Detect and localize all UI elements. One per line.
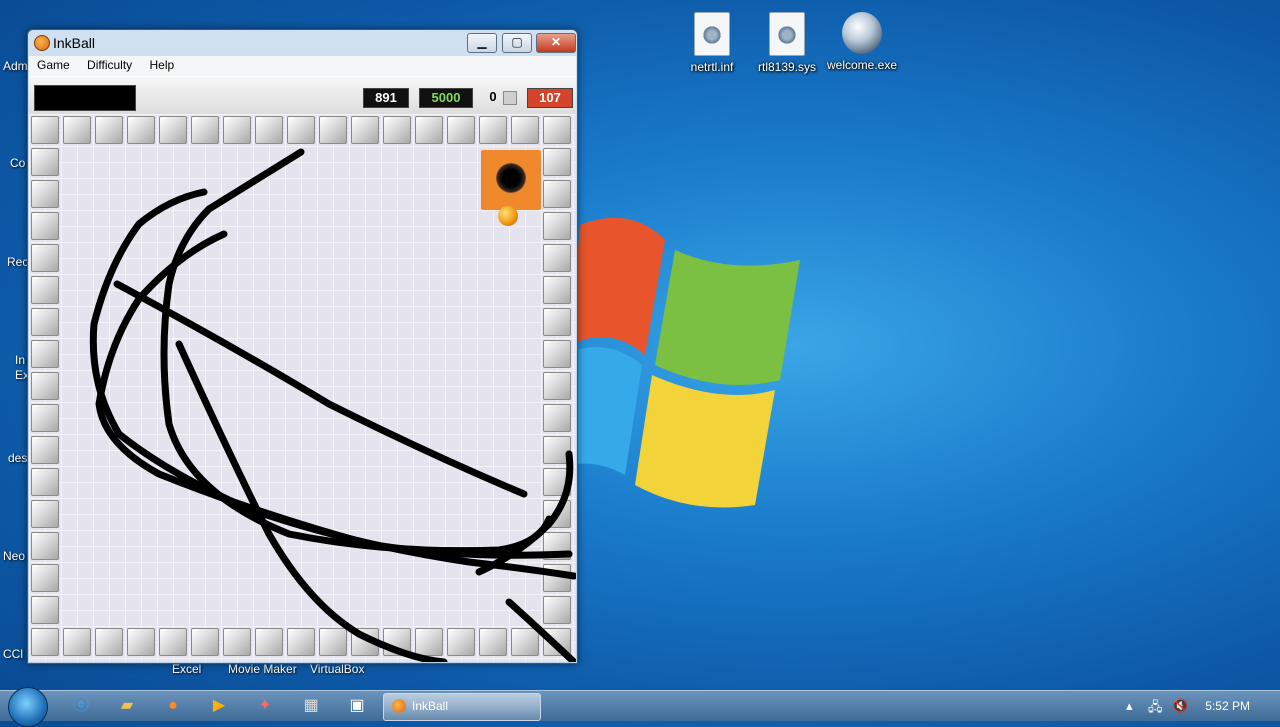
desktop-icon-label: welcome.exe	[826, 58, 898, 72]
taskbar: ⓔ ▰ ● ▶ ✦ ▦ ▣ InkBall ▴ 🖧 🔇 5:52 PM	[0, 687, 1280, 727]
menu-difficulty[interactable]: Difficulty	[79, 56, 138, 72]
desktop-label-virtualbox[interactable]: VirtualBox	[310, 662, 364, 676]
desktop-label-moviemaker[interactable]: Movie Maker	[228, 662, 297, 676]
tray-chevron-icon[interactable]: ▴	[1126, 698, 1133, 714]
menu-help[interactable]: Help	[142, 56, 181, 72]
windows-logo	[560, 217, 800, 508]
taskbar-inkball-button[interactable]: InkBall	[383, 693, 541, 721]
desktop-label-admin[interactable]: Adm	[3, 59, 28, 73]
desktop-icon-netrtl[interactable]: netrtl.inf	[672, 12, 752, 74]
desktop-label-ccl[interactable]: CCl	[3, 647, 23, 661]
desktop-label-recycle[interactable]: Rec	[7, 255, 28, 269]
ball-box-icon	[503, 91, 517, 105]
desktop-icon-label: rtl8139.sys	[757, 60, 817, 74]
maximize-button[interactable]: ▢	[502, 33, 532, 53]
target-score-display: 5000	[419, 88, 473, 108]
desktop-label-computer[interactable]: Co	[10, 156, 25, 170]
calculator-icon[interactable]: ▦	[300, 695, 322, 717]
window-title: InkBall	[53, 35, 96, 51]
tray-network-icon[interactable]: 🖧	[1148, 698, 1163, 720]
desktop-label-ie[interactable]: In	[15, 353, 25, 367]
taskbar-inkball-label: InkBall	[412, 699, 449, 713]
menu-bar: Game Difficulty Help	[29, 56, 576, 76]
desktop-label-neo[interactable]: Neo	[3, 549, 25, 563]
network-icon[interactable]: ✦	[254, 695, 276, 717]
game-board[interactable]	[29, 114, 576, 662]
tray-volume-muted-icon[interactable]: 🔇	[1172, 698, 1188, 714]
firefox-icon[interactable]: ●	[162, 695, 184, 717]
minimize-button[interactable]: ▁	[467, 33, 497, 53]
file-icon	[769, 12, 805, 56]
inkball-window: InkBall ▁ ▢ ✕ Game Difficulty Help 891 5…	[27, 29, 578, 664]
close-button[interactable]: ✕	[536, 33, 576, 53]
desktop-label-excel[interactable]: Excel	[172, 662, 201, 676]
desktop-icon-welcome[interactable]: welcome.exe	[822, 12, 902, 72]
ink-stroke	[113, 280, 528, 498]
ink-stroke	[505, 598, 576, 662]
file-icon	[694, 12, 730, 56]
ink-strokes	[89, 148, 576, 662]
ink-stroke	[160, 148, 553, 555]
title-bar[interactable]: InkBall ▁ ▢ ✕	[28, 30, 577, 56]
desktop-icon-label: netrtl.inf	[690, 60, 734, 74]
window-switch-icon[interactable]: ▣	[346, 695, 368, 717]
ie-icon[interactable]: ⓔ	[70, 695, 92, 717]
progress-panel	[34, 85, 136, 111]
explorer-folder-icon[interactable]: ▰	[116, 695, 138, 717]
media-player-icon[interactable]: ▶	[208, 695, 230, 717]
menu-game[interactable]: Game	[29, 56, 76, 72]
desktop-label-des[interactable]: des	[8, 451, 27, 465]
inkball-app-icon	[34, 35, 50, 51]
desktop-icon-rtl8139[interactable]: rtl8139.sys	[747, 12, 827, 74]
inkball-taskbar-icon	[392, 699, 406, 713]
score-display: 891	[363, 88, 409, 108]
welcome-orb-icon	[842, 12, 882, 54]
clock[interactable]: 5:52 PM	[1205, 699, 1250, 713]
start-button[interactable]	[8, 687, 48, 727]
score-bar: 891 5000 0 107	[29, 76, 576, 115]
time-display: 107	[527, 88, 573, 108]
balls-count-display: 0	[489, 89, 497, 104]
